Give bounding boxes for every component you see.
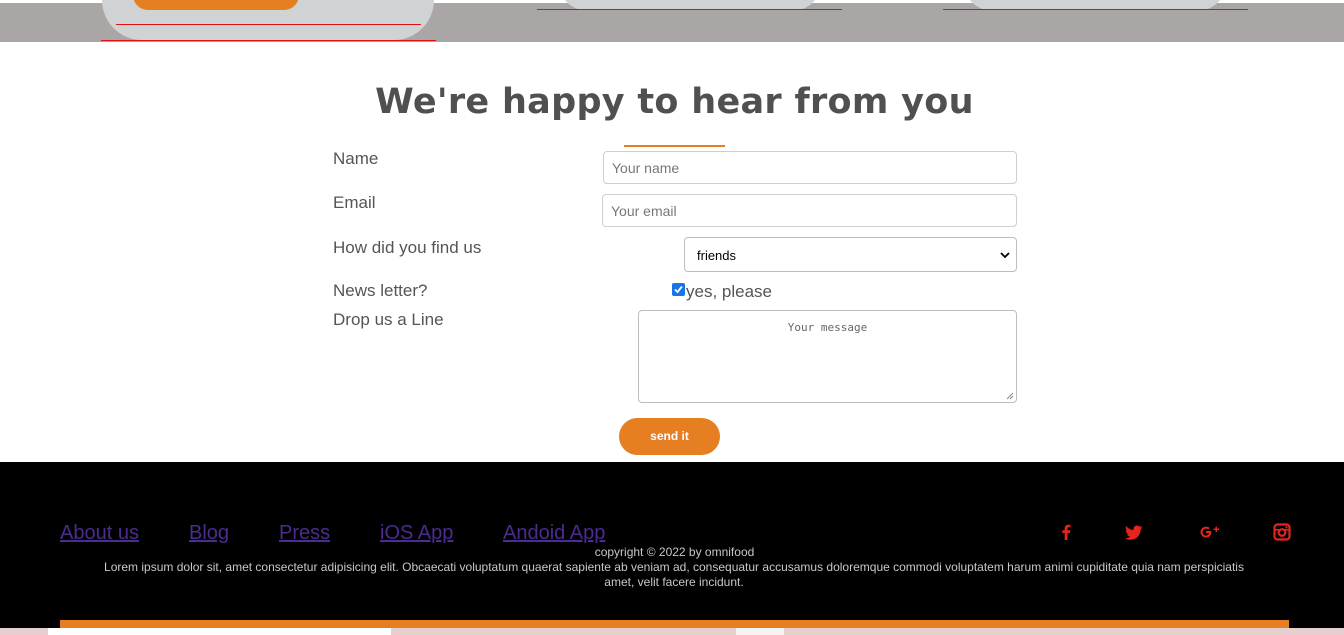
bottom-strip: [48, 628, 391, 635]
footer-link-about-us[interactable]: About us: [60, 522, 139, 545]
chevron-down-icon: [1000, 252, 1010, 259]
facebook-icon[interactable]: [1056, 522, 1076, 542]
divider-line: [943, 9, 1248, 10]
plan-card-button[interactable]: [133, 0, 299, 10]
message-label: Drop us a Line: [333, 310, 444, 329]
newsletter-label: News letter?: [333, 281, 428, 300]
twitter-icon[interactable]: [1124, 522, 1144, 542]
newsletter-option-label: yes, please: [686, 282, 772, 301]
email-label: Email: [333, 193, 376, 212]
footer-link-android-app[interactable]: Andoid App: [503, 522, 605, 545]
divider-line: [101, 40, 436, 41]
instagram-icon[interactable]: [1272, 522, 1292, 542]
find-us-select[interactable]: friends: [684, 237, 1017, 272]
send-button[interactable]: send it: [619, 418, 720, 455]
bottom-strip: [784, 628, 1289, 635]
bottom-strip: [736, 628, 784, 635]
newsletter-checkbox[interactable]: [672, 283, 685, 296]
footer-link-press[interactable]: Press: [279, 522, 330, 545]
footer-link-ios-app[interactable]: iOS App: [380, 522, 453, 545]
footer-link-blog[interactable]: Blog: [189, 522, 229, 545]
divider-line: [537, 9, 842, 10]
bottom-strip: [0, 628, 48, 635]
message-placeholder: Your message: [787, 321, 868, 334]
copyright-text: copyright © 2022 by omnifood: [594, 545, 755, 559]
bottom-strip: [391, 628, 736, 635]
google-plus-icon[interactable]: [1199, 522, 1219, 542]
title-underline: [624, 145, 725, 147]
divider-line: [116, 24, 421, 25]
top-section-band: [0, 0, 1344, 42]
find-us-label: How did you find us: [333, 238, 482, 257]
find-us-selected-value: friends: [697, 248, 737, 263]
email-field[interactable]: [602, 194, 1017, 227]
resize-handle-icon[interactable]: [1006, 392, 1014, 400]
name-label: Name: [333, 149, 379, 168]
page-title: We're happy to hear from you: [375, 82, 974, 122]
name-field[interactable]: [603, 151, 1017, 184]
footer-description: Lorem ipsum dolor sit, amet consectetur …: [104, 560, 1244, 589]
bottom-strip: [1289, 628, 1344, 635]
message-textarea[interactable]: Your message: [638, 310, 1017, 403]
check-icon: [674, 285, 683, 294]
